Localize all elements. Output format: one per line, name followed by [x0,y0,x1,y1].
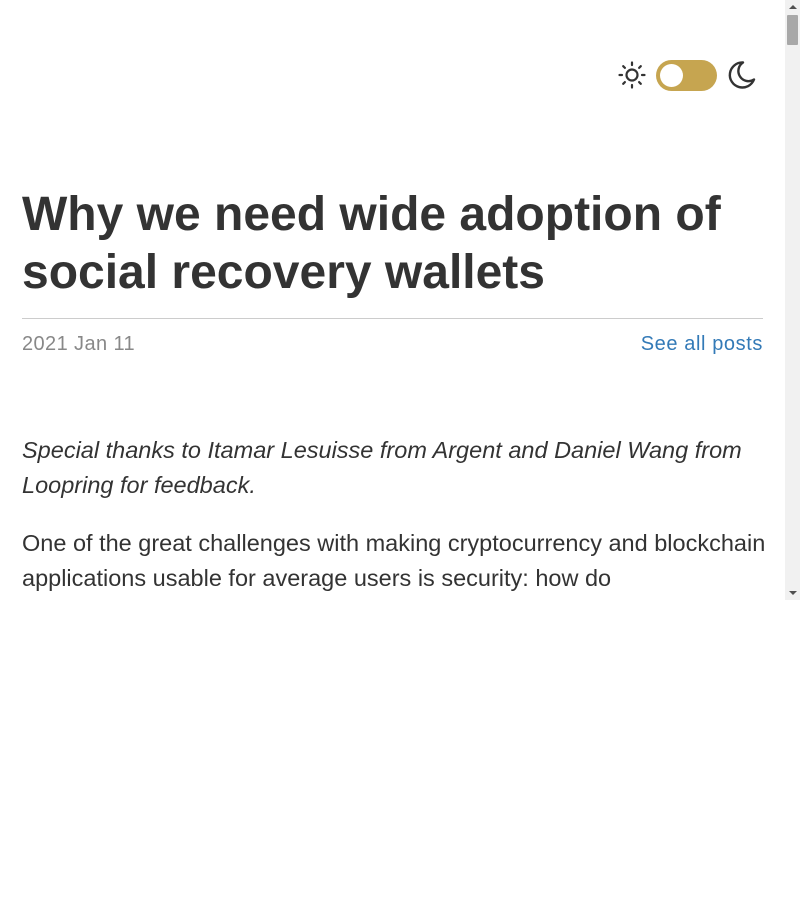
scroll-up-arrow-icon[interactable] [785,0,800,14]
vertical-scrollbar[interactable] [785,0,800,600]
theme-toggle-row [616,58,757,92]
title-divider [22,318,763,319]
post-date: 2021 Jan 11 [22,333,136,355]
post-title: Why we need wide adoption of social reco… [22,188,721,299]
toggle-knob [660,63,683,87]
intro-paragraph: One of the great challenges with making … [22,530,766,591]
see-all-posts-link[interactable]: See all posts [641,332,763,356]
scrollbar-thumb[interactable] [787,15,798,45]
acknowledgement-text: Special thanks to Itamar Lesuisse from A… [22,437,742,498]
scroll-down-arrow-icon[interactable] [785,586,800,600]
sun-icon[interactable] [616,59,648,91]
theme-toggle-switch[interactable] [656,59,717,91]
moon-icon[interactable] [725,59,757,91]
page-viewport: Why we need wide adoption of social reco… [0,0,785,600]
